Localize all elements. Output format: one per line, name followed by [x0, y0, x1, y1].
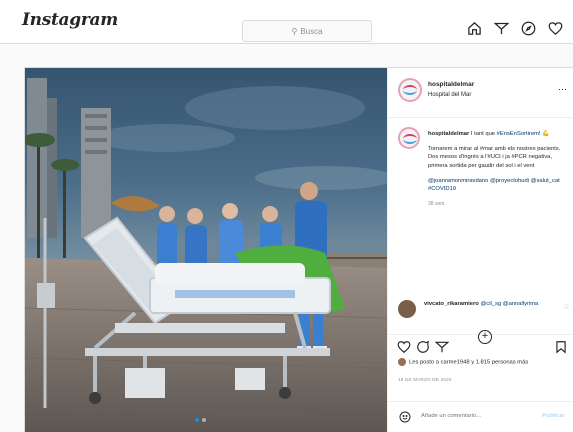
comment-body: @cil_sg @annallyrima — [480, 301, 539, 307]
post-card: hospitaldelmar Hospital del Mar ⋯ hospit… — [24, 67, 573, 432]
caption-text: hospitaldelmar I tant que #EnsEnSortirem… — [428, 130, 568, 208]
search-icon: ⚲ — [291, 26, 298, 36]
carousel-dot-active — [195, 418, 199, 422]
add-comment-input[interactable] — [421, 413, 531, 419]
like-icon[interactable] — [397, 340, 411, 354]
likes-summary[interactable]: Les posto a carme1948 y 1.815 personas m… — [398, 358, 573, 367]
liker-avatar — [398, 358, 406, 366]
search-input[interactable]: ⚲ Busca — [242, 20, 372, 42]
likes-text: Les posto a carme1948 y 1.815 personas m… — [409, 359, 529, 366]
photo-illustration — [25, 68, 387, 432]
carousel-dot — [202, 418, 206, 422]
caption-line1: I tant que — [470, 131, 496, 137]
comment-like-icon[interactable]: ♡ — [564, 304, 569, 311]
heart-icon[interactable] — [547, 20, 563, 36]
more-options-icon[interactable]: ⋯ — [558, 84, 567, 95]
avatar[interactable] — [398, 78, 422, 102]
publish-comment-button[interactable]: Publicar — [542, 413, 565, 419]
post-date: 18 DE MARZO DE 2020 — [398, 377, 452, 382]
post-side-panel: hospitaldelmar Hospital del Mar ⋯ hospit… — [387, 68, 573, 432]
comment-text: vivcato_rikaramiero @cil_sg @annallyrima — [424, 300, 544, 308]
add-comment-bar: Publicar — [388, 401, 573, 432]
emoji-icon[interactable] — [399, 411, 411, 423]
direct-icon[interactable] — [493, 20, 509, 36]
top-navigation-bar: Instagram ⚲ Busca — [0, 0, 573, 44]
post-username[interactable]: hospitaldelmar — [428, 81, 474, 88]
caption-mentions[interactable]: @joanramonmiravdano @proyectohudi @salut… — [428, 177, 568, 193]
caption-username[interactable]: hospitaldelmar — [428, 131, 469, 137]
nav-icons — [466, 20, 563, 36]
search-placeholder: Busca — [300, 26, 323, 36]
share-icon[interactable] — [434, 340, 450, 354]
post-location[interactable]: Hospital del Mar — [428, 92, 471, 98]
post-caption: hospitaldelmar I tant que #EnsEnSortirem… — [388, 123, 573, 308]
comment-icon[interactable] — [416, 340, 430, 354]
caption-paragraph: Tornarem a mirar al #mar amb els nostres… — [428, 146, 561, 169]
caption-timestamp: 38 sem — [428, 201, 445, 208]
comment-username[interactable]: vivcato_rikaramiero — [424, 301, 479, 307]
comment-row: vivcato_rikaramiero @cil_sg @annallyrima… — [388, 296, 573, 326]
carousel-indicator — [195, 418, 206, 422]
home-icon[interactable] — [466, 20, 482, 36]
explore-icon[interactable] — [520, 20, 536, 36]
caption-avatar[interactable] — [398, 127, 420, 149]
instagram-logo[interactable]: Instagram — [22, 10, 118, 30]
load-more-comments-button[interactable]: + — [478, 330, 492, 344]
post-header: hospitaldelmar Hospital del Mar ⋯ — [388, 68, 573, 118]
caption-emoji: 💪 — [542, 131, 550, 137]
post-photo[interactable] — [25, 68, 387, 432]
save-icon[interactable] — [554, 340, 568, 354]
commenter-avatar[interactable] — [398, 300, 416, 318]
caption-hashtag[interactable]: #EnsEnSortirem! — [497, 131, 541, 137]
